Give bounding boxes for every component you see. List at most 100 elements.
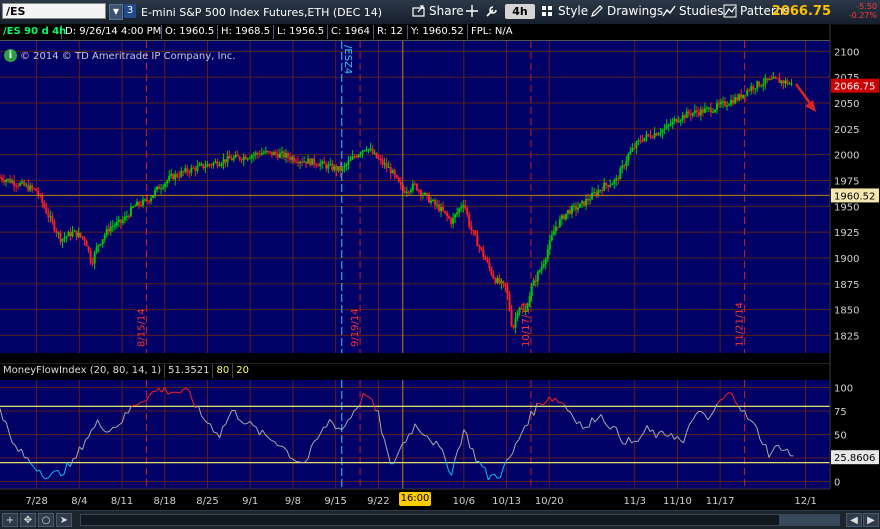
share-button[interactable]: Share bbox=[412, 3, 464, 20]
crosshair-tool-button[interactable] bbox=[465, 3, 482, 20]
candle-body bbox=[345, 165, 347, 166]
pan-icon[interactable]: ✥ bbox=[20, 513, 36, 527]
candle-body bbox=[88, 247, 90, 251]
magnifier-icon[interactable]: ○ bbox=[38, 513, 54, 527]
candle-body bbox=[231, 159, 233, 161]
candle-body bbox=[27, 185, 29, 191]
candle-body bbox=[410, 190, 412, 192]
candle-body bbox=[744, 95, 746, 96]
mfi-line-segment bbox=[214, 432, 217, 433]
x-tick-label: 8/18 bbox=[154, 496, 176, 507]
chart-canvas[interactable]: 1825185018751900192519501975200020252050… bbox=[0, 24, 880, 510]
x-tick-label: 9/1 bbox=[242, 496, 258, 507]
candle-body bbox=[144, 199, 146, 200]
zoom-in-icon[interactable]: + bbox=[2, 513, 18, 527]
candle-body bbox=[788, 84, 790, 85]
candle-body bbox=[654, 133, 656, 137]
candle-body bbox=[327, 165, 329, 169]
candle-body bbox=[416, 184, 418, 190]
pointer-icon[interactable]: ➤ bbox=[56, 513, 72, 527]
horizontal-scrollbar[interactable] bbox=[80, 514, 840, 526]
scroll-thumb[interactable] bbox=[779, 515, 839, 525]
candle-body bbox=[672, 121, 674, 124]
candle-body bbox=[619, 169, 621, 180]
candle-body bbox=[29, 185, 31, 190]
candle-body bbox=[585, 199, 587, 206]
candle-body bbox=[17, 186, 19, 187]
candle-body bbox=[239, 156, 241, 159]
candle-body bbox=[303, 161, 305, 162]
link-number-badge[interactable]: 3 bbox=[124, 4, 136, 18]
candle-body bbox=[5, 180, 7, 182]
mfi-oversold-label: 20 bbox=[232, 364, 252, 378]
candle-body bbox=[756, 81, 758, 88]
candle-body bbox=[59, 233, 61, 242]
symbol-dropdown-icon[interactable]: ▼ bbox=[109, 4, 123, 20]
candle-body bbox=[694, 110, 696, 112]
candle-body bbox=[102, 239, 104, 244]
candle-body bbox=[398, 178, 400, 182]
timeframe-selector[interactable]: 4h bbox=[505, 4, 535, 19]
price-tick-label: 1975 bbox=[834, 176, 859, 187]
candle-body bbox=[418, 190, 420, 191]
candle-body bbox=[575, 206, 577, 210]
candle-body bbox=[297, 162, 299, 163]
candle-body bbox=[523, 308, 525, 312]
price-change: -5.50 -0.27% bbox=[849, 2, 877, 20]
price-panel-background bbox=[0, 41, 830, 353]
style-button[interactable]: Style bbox=[558, 3, 588, 20]
candle-body bbox=[599, 190, 601, 191]
candle-body bbox=[329, 164, 331, 165]
candle-body bbox=[176, 174, 178, 176]
candle-body bbox=[629, 151, 631, 154]
expiry-marker-label: 9/19/14 bbox=[350, 308, 361, 347]
candle-body bbox=[186, 168, 188, 172]
candle-body bbox=[482, 249, 484, 257]
symbol-input[interactable]: /ES bbox=[2, 3, 106, 19]
mfi-line-segment bbox=[125, 413, 128, 414]
style-label: Style bbox=[558, 4, 588, 18]
candle-body bbox=[295, 161, 297, 162]
candle-body bbox=[279, 153, 281, 158]
grid-button[interactable] bbox=[540, 3, 557, 20]
drawings-button[interactable]: Drawings bbox=[590, 3, 663, 20]
candle-body bbox=[738, 94, 740, 100]
candle-body bbox=[198, 165, 200, 166]
candle-body bbox=[496, 278, 498, 283]
candle-body bbox=[65, 236, 67, 237]
wrench-icon bbox=[485, 4, 499, 18]
candle-body bbox=[305, 161, 307, 163]
candle-body bbox=[500, 281, 502, 283]
expiry-marker-label: 11/21/14 bbox=[735, 302, 746, 347]
candle-body bbox=[63, 238, 65, 239]
scroll-left-icon[interactable]: ◀ bbox=[846, 513, 862, 527]
candle-body bbox=[631, 148, 633, 151]
info-icon[interactable]: i bbox=[4, 49, 17, 62]
candle-body bbox=[511, 310, 513, 325]
candle-body bbox=[321, 161, 323, 163]
scroll-right-icon[interactable]: ▶ bbox=[863, 513, 879, 527]
candle-body bbox=[253, 155, 255, 156]
candle-body bbox=[247, 158, 249, 159]
candle-body bbox=[80, 233, 82, 237]
x-tick-label: 9/8 bbox=[285, 496, 301, 507]
candle-body bbox=[110, 227, 112, 232]
candle-body bbox=[434, 200, 436, 205]
candle-body bbox=[142, 200, 144, 206]
studies-button[interactable]: Studies bbox=[662, 3, 724, 20]
candle-body bbox=[13, 181, 15, 185]
mfi-value-marker-label: 25.8606 bbox=[834, 453, 875, 464]
candle-body bbox=[577, 208, 579, 210]
candle-body bbox=[603, 183, 605, 191]
candle-body bbox=[67, 232, 69, 236]
candle-body bbox=[650, 135, 652, 137]
candle-body bbox=[448, 216, 450, 218]
candle-body bbox=[561, 215, 563, 219]
candle-body bbox=[269, 152, 271, 153]
candle-body bbox=[15, 185, 17, 186]
candle-body bbox=[360, 154, 362, 155]
tool-wrench-button[interactable] bbox=[485, 3, 502, 20]
candle-body bbox=[3, 180, 5, 182]
mfi-study-name[interactable]: MoneyFlowIndex (20, 80, 14, 1) bbox=[0, 364, 164, 378]
candle-body bbox=[666, 125, 668, 128]
